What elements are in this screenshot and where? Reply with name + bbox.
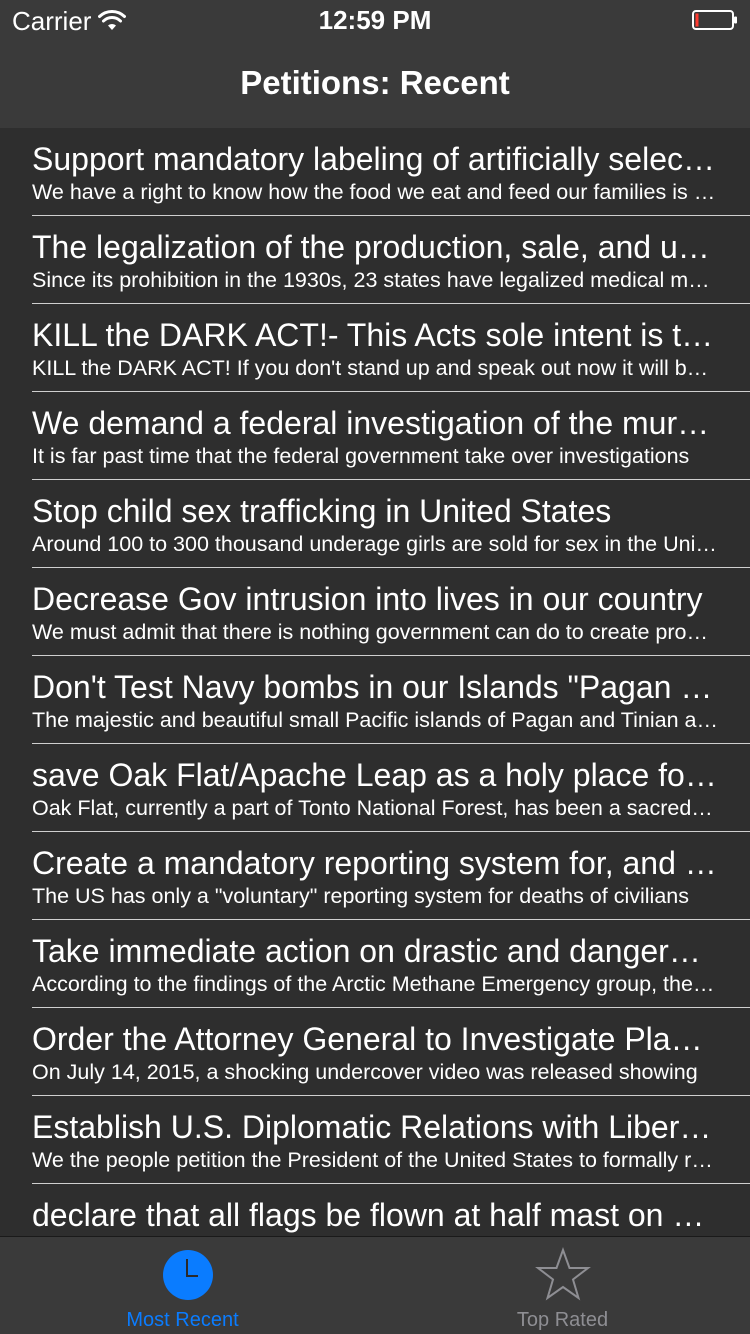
petition-body: Oak Flat, currently a part of Tonto Nati… [32, 796, 718, 820]
petition-title: Decrease Gov intrusion into lives in our… [32, 581, 703, 617]
petition-title: Don't Test Navy bombs in our Islands "Pa… [32, 669, 718, 705]
petition-body: On July 14, 2015, a shocking undercover … [32, 1060, 698, 1084]
petition-title: The legalization of the production, sale… [32, 229, 718, 265]
petition-row[interactable]: We demand a federal investigation of the… [32, 392, 750, 480]
petition-row[interactable]: save Oak Flat/Apache Leap as a holy plac… [32, 744, 750, 832]
page-title: Petitions: Recent [240, 64, 510, 101]
petition-title: Create a mandatory reporting system for,… [32, 845, 718, 881]
petition-list[interactable]: Support mandatory labeling of artificial… [0, 128, 750, 1236]
petition-title: Stop child sex trafficking in United Sta… [32, 493, 612, 529]
status-bar: Carrier 12:59 PM [0, 0, 750, 40]
petition-title: We demand a federal investigation of the… [32, 405, 718, 441]
petition-body: Around 100 to 300 thousand underage girl… [32, 532, 718, 556]
petition-title: declare that all flags be flown at half … [32, 1197, 718, 1233]
petition-row[interactable]: Decrease Gov intrusion into lives in our… [32, 568, 750, 656]
petition-title: Establish U.S. Diplomatic Relations with… [32, 1109, 718, 1145]
top-bar: Carrier 12:59 PM Petitions: Recent [0, 0, 750, 129]
clock-time: 12:59 PM [318, 5, 432, 35]
petition-title: Order the Attorney General to Investigat… [32, 1021, 718, 1057]
petition-row[interactable]: Establish U.S. Diplomatic Relations with… [32, 1096, 750, 1184]
petition-body: KILL the DARK ACT! If you don't stand up… [32, 356, 718, 380]
tab-most-recent[interactable]: Most Recent [0, 1237, 375, 1334]
petition-body: We must admit that there is nothing gove… [32, 620, 718, 644]
petition-body: We the people petition the President of … [32, 1148, 718, 1172]
petition-body: According to the findings of the Arctic … [32, 972, 718, 996]
petition-body: We have a right to know how the food we … [32, 180, 718, 204]
petition-row[interactable]: Take immediate action on drastic and dan… [32, 920, 750, 1008]
petition-row[interactable]: Support mandatory labeling of artificial… [32, 128, 750, 216]
tab-bar: Most Recent Top Rated [0, 1236, 750, 1334]
tab-top-rated[interactable]: Top Rated [375, 1237, 750, 1334]
petition-row[interactable]: Don't Test Navy bombs in our Islands "Pa… [32, 656, 750, 744]
petition-row[interactable]: Create a mandatory reporting system for,… [32, 832, 750, 920]
petition-title: KILL the DARK ACT!- This Acts sole inten… [32, 317, 718, 353]
petition-row[interactable]: KILL the DARK ACT!- This Acts sole inten… [32, 304, 750, 392]
petition-body: It is far past time that the federal gov… [32, 444, 690, 468]
petition-row[interactable]: Order the Attorney General to Investigat… [32, 1008, 750, 1096]
petition-title: save Oak Flat/Apache Leap as a holy plac… [32, 757, 718, 793]
petition-title: Support mandatory labeling of artificial… [32, 141, 718, 177]
tab-top-rated-label: Top Rated [516, 1309, 609, 1331]
petition-body: The US has only a "voluntary" reporting … [32, 884, 689, 908]
petition-row[interactable]: The legalization of the production, sale… [32, 216, 750, 304]
app-screen: Carrier 12:59 PM Petitions: Recent Suppo… [0, 0, 750, 1334]
petition-body: The majestic and beautiful small Pacific… [32, 708, 718, 732]
star-icon [535, 1247, 591, 1301]
clock-icon [163, 1250, 213, 1300]
petition-title: Take immediate action on drastic and dan… [32, 933, 718, 969]
tab-most-recent-label: Most Recent [126, 1309, 239, 1331]
battery-icon [692, 10, 737, 30]
petition-row[interactable]: declare that all flags be flown at half … [32, 1184, 750, 1236]
petition-row[interactable]: Stop child sex trafficking in United Sta… [32, 480, 750, 568]
petition-body: Since its prohibition in the 1930s, 23 s… [32, 268, 718, 292]
